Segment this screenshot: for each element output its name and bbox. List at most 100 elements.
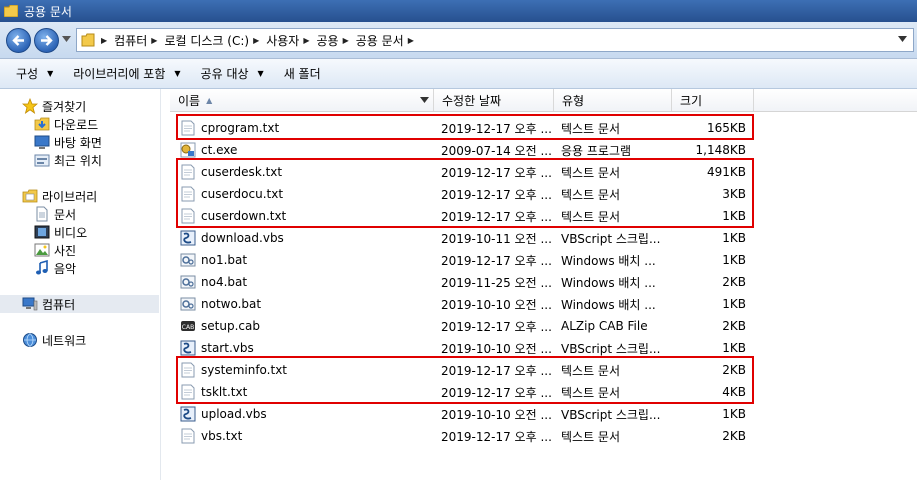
file-name-cell: notwo.bat (180, 293, 435, 315)
libraries-icon (22, 189, 38, 203)
column-filter-dropdown-icon[interactable] (420, 97, 429, 103)
column-header-date[interactable]: 수정한 날짜 (434, 89, 554, 111)
file-name-cell: download.vbs (180, 227, 435, 249)
file-name: no4.bat (201, 275, 248, 289)
nav-music[interactable]: 음악 (34, 259, 76, 277)
address-bar[interactable]: ▶ 컴퓨터 ▶ 로컬 디스크 (C:) ▶ 사용자 ▶ 공용 ▶ 공용 문서 ▶ (76, 28, 914, 52)
file-type: ALZip CAB File (561, 319, 648, 333)
file-row[interactable]: no1.bat 2019-12-17 오후 ... Windows 배치 ... 1K… (170, 249, 917, 271)
address-dropdown-icon[interactable] (898, 36, 907, 42)
file-size: 1KB (722, 231, 746, 245)
svg-text:CAB: CAB (182, 324, 194, 331)
exe-file-icon (180, 142, 196, 158)
back-button[interactable] (6, 28, 31, 53)
file-date: 2019-10-10 오전 ... (441, 297, 551, 312)
new-folder-button[interactable]: 새 폴더 (274, 62, 331, 86)
include-library-button[interactable]: 라이브러리에 포함 ▼ (63, 62, 190, 86)
file-name: setup.cab (201, 319, 260, 333)
address-row: ▶ 컴퓨터 ▶ 로컬 디스크 (C:) ▶ 사용자 ▶ 공용 ▶ 공용 문서 ▶ (0, 22, 917, 59)
nav-network[interactable]: 네트워크 (22, 331, 86, 349)
file-row[interactable]: CAB setup.cab 2019-12-17 오후 ... ALZip CAB F… (170, 315, 917, 337)
file-size: 1KB (722, 407, 746, 421)
star-icon (22, 98, 38, 114)
history-dropdown-icon[interactable] (62, 36, 71, 42)
nav-desktop[interactable]: 바탕 화면 (34, 133, 102, 151)
column-header-bar: 이름 ▲ 수정한 날짜 유형 크기 (170, 89, 917, 112)
file-date: 2019-12-17 오후 ... (441, 319, 551, 334)
navigation-pane: 즐겨찾기 다운로드 바탕 화면 최근 위치 라이브러리 문서 비디오 사진 음악… (0, 89, 161, 480)
chevron-down-icon: ▼ (174, 69, 181, 78)
highlight-box (176, 356, 754, 404)
file-date: 2019-12-17 오후 ... (441, 429, 551, 444)
text-file-icon (181, 428, 195, 444)
breadcrumb-computer[interactable]: 컴퓨터 ▶ (112, 29, 162, 51)
file-name-cell: no1.bat (180, 249, 435, 271)
breadcrumb-root-arrow[interactable]: ▶ (95, 29, 112, 51)
file-name: notwo.bat (201, 297, 262, 311)
nav-favorites[interactable]: 즐겨찾기 (22, 97, 86, 115)
file-size: 2KB (722, 429, 746, 443)
organize-button[interactable]: 구성 ▼ (6, 62, 63, 86)
desktop-icon (34, 135, 50, 149)
music-note-icon (36, 260, 48, 275)
file-name: vbs.txt (201, 429, 243, 443)
title-bar: 공용 문서 (0, 0, 917, 22)
chevron-down-icon: ▼ (257, 69, 264, 78)
file-type: Windows 배치 ... (561, 253, 656, 268)
nav-recent-places[interactable]: 최근 위치 (34, 151, 102, 169)
file-type: VBScript 스크립... (561, 231, 661, 246)
pictures-icon (34, 243, 50, 257)
nav-pictures[interactable]: 사진 (34, 241, 76, 259)
file-name-cell: CAB setup.cab (180, 315, 435, 337)
file-row[interactable]: upload.vbs 2019-10-10 오전 ... VBScript 스크립.… (170, 403, 917, 425)
file-name-cell: vbs.txt (180, 425, 435, 447)
file-row[interactable]: download.vbs 2019-10-11 오전 ... VBScript 스크… (170, 227, 917, 249)
file-name: download.vbs (201, 231, 284, 245)
column-header-size[interactable]: 크기 (672, 89, 754, 111)
breadcrumb-local-disk[interactable]: 로컬 디스크 (C:) ▶ (162, 29, 264, 51)
file-date: 2019-10-10 오전 ... (441, 407, 551, 422)
column-header-name[interactable]: 이름 ▲ (170, 89, 434, 111)
file-name-cell: no4.bat (180, 271, 435, 293)
file-date: 2019-12-17 오후 ... (441, 253, 551, 268)
videos-icon (34, 225, 50, 239)
forward-arrow-icon (41, 35, 53, 46)
sort-ascending-icon: ▲ (206, 95, 213, 105)
vbs-file-icon (180, 230, 196, 246)
file-row[interactable]: no4.bat 2019-11-25 오전 ... Windows 배치 ... 2K… (170, 271, 917, 293)
file-size: 1KB (722, 297, 746, 311)
chevron-down-icon: ▼ (47, 69, 54, 78)
file-name-cell: upload.vbs (180, 403, 435, 425)
computer-icon (22, 297, 38, 311)
file-row[interactable]: vbs.txt 2019-12-17 오후 ... 텍스트 문서 2KB (170, 425, 917, 447)
command-bar: 구성 ▼ 라이브러리에 포함 ▼ 공유 대상 ▼ 새 폴더 (0, 59, 917, 89)
vbs-file-icon (180, 406, 196, 422)
breadcrumb-public[interactable]: 공용 ▶ (315, 29, 354, 51)
recent-places-icon (34, 154, 50, 167)
downloads-folder-icon (34, 117, 50, 131)
breadcrumb-public-documents[interactable]: 공용 문서 ▶ (354, 29, 419, 51)
nav-computer[interactable]: 컴퓨터 (0, 295, 159, 313)
share-with-button[interactable]: 공유 대상 ▼ (191, 62, 274, 86)
bat-file-icon (180, 253, 196, 267)
nav-libraries[interactable]: 라이브러리 (22, 187, 97, 205)
nav-videos[interactable]: 비디오 (34, 223, 87, 241)
network-icon (23, 333, 37, 347)
file-row[interactable]: notwo.bat 2019-10-10 오전 ... Windows 배치 ...… (170, 293, 917, 315)
forward-button[interactable] (34, 28, 59, 53)
file-size: 1KB (722, 253, 746, 267)
file-date: 2019-11-25 오전 ... (441, 275, 551, 290)
nav-downloads[interactable]: 다운로드 (34, 115, 98, 133)
nav-documents[interactable]: 문서 (34, 205, 76, 223)
file-size: 2KB (722, 275, 746, 289)
bat-file-icon (180, 297, 196, 311)
column-header-type[interactable]: 유형 (554, 89, 672, 111)
file-type: VBScript 스크립... (561, 407, 661, 422)
file-size: 2KB (722, 319, 746, 333)
breadcrumb-users[interactable]: 사용자 ▶ (264, 29, 314, 51)
vbs-file-icon (180, 340, 196, 356)
file-name: start.vbs (201, 341, 254, 355)
bat-file-icon (180, 275, 196, 289)
file-date: 2019-10-11 오전 ... (441, 231, 551, 246)
folder-icon (81, 33, 95, 47)
